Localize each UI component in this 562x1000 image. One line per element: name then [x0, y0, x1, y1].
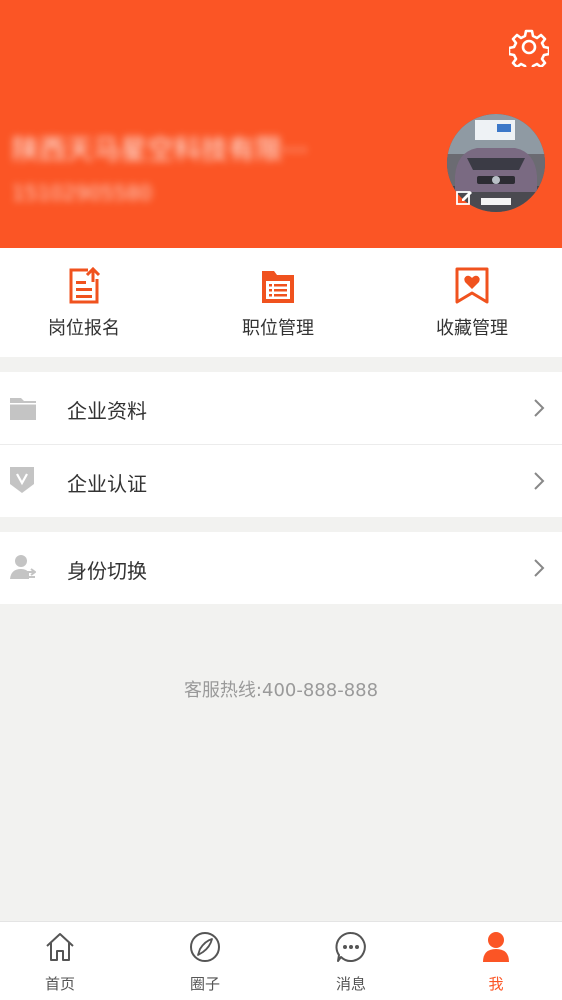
tab-label: 首页 — [44, 975, 75, 993]
tab-label: 消息 — [335, 975, 366, 993]
folder-list-icon — [262, 271, 294, 303]
tab-label: 我 — [488, 975, 504, 993]
heart-bookmark-icon — [455, 267, 489, 304]
folder-icon — [10, 398, 36, 420]
home-icon — [46, 933, 74, 961]
chat-icon — [335, 931, 366, 962]
quick-action-label: 职位管理 — [242, 318, 314, 339]
chevron-right-icon — [534, 399, 545, 417]
document-upload-icon — [69, 267, 101, 304]
tab-circle[interactable]: 圈子 — [155, 922, 255, 1000]
profile-header: 陕西天马星空科技有限··· 15102905580 — [0, 0, 562, 248]
menu-item-label: 企业资料 — [67, 399, 147, 423]
user-icon — [483, 932, 509, 962]
quick-action-label: 收藏管理 — [436, 318, 508, 339]
bottom-tab-bar: 首页 圈子 消息 我 — [0, 921, 562, 1000]
favorites-manage-button[interactable]: 收藏管理 — [392, 248, 552, 357]
job-signup-button[interactable]: 岗位报名 — [4, 248, 164, 357]
compass-icon — [190, 932, 220, 962]
customer-service-hotline[interactable]: 客服热线:400-888-888 — [0, 676, 562, 702]
chevron-right-icon — [534, 559, 545, 577]
user-switch-icon — [10, 555, 36, 579]
phone-number: 15102905580 — [12, 181, 152, 205]
menu-item-company-profile[interactable]: 企业资料 — [0, 372, 562, 444]
tab-home[interactable]: 首页 — [10, 922, 110, 1000]
tab-messages[interactable]: 消息 — [301, 922, 401, 1000]
menu-item-identity-switch[interactable]: 身份切换 — [0, 532, 562, 604]
verified-shield-icon — [10, 467, 34, 493]
quick-action-label: 岗位报名 — [48, 318, 120, 339]
chevron-right-icon — [534, 472, 545, 490]
tab-label: 圈子 — [189, 975, 220, 993]
company-name: 陕西天马星空科技有限··· — [12, 135, 308, 166]
settings-gear-icon[interactable] — [509, 27, 549, 67]
menu-item-label: 企业认证 — [67, 472, 147, 496]
tab-me[interactable]: 我 — [446, 922, 546, 1000]
menu-item-company-verification[interactable]: 企业认证 — [0, 445, 562, 517]
position-manage-button[interactable]: 职位管理 — [198, 248, 358, 357]
edit-avatar-icon[interactable] — [455, 188, 473, 206]
quick-actions: 岗位报名 职位管理 收藏管理 — [0, 248, 562, 357]
menu-item-label: 身份切换 — [67, 559, 147, 583]
